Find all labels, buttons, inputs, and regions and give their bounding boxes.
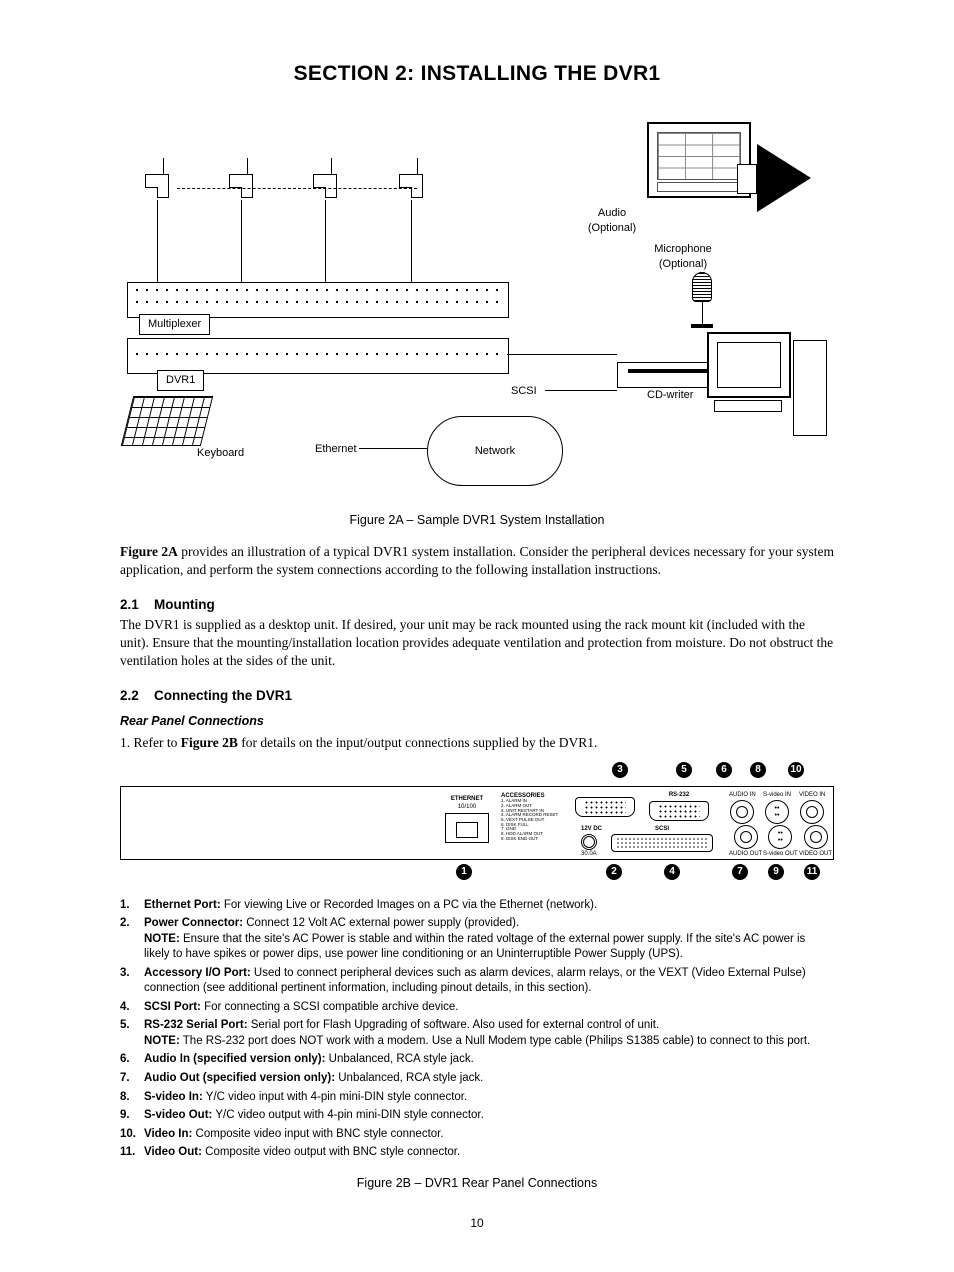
- ethernet-port-icon: [445, 813, 489, 843]
- wire: [411, 200, 412, 282]
- def-8: 8.S-video In: Y/C video input with 4-pin…: [120, 1090, 834, 1106]
- section-2-1-body: The DVR1 is supplied as a desktop unit. …: [120, 616, 834, 671]
- callout-3: 3: [612, 762, 628, 778]
- panel-label-power-sub: 30.0A: [581, 850, 602, 858]
- callout-2: 2: [606, 864, 622, 880]
- panel-label-audio-out: AUDIO OUT: [729, 850, 762, 858]
- def-10: 10.Video In: Composite video input with …: [120, 1127, 834, 1143]
- step-1: 1. Refer to Figure 2B for details on the…: [120, 734, 834, 752]
- video-in-jack-icon: [800, 800, 824, 824]
- heading-2-1-num: 2.1: [120, 596, 154, 614]
- label-audio-optional: Audio (Optional): [567, 206, 657, 236]
- heading-2-2-text: Connecting the DVR1: [154, 688, 292, 703]
- def-2: 2.Power Connector: Connect 12 Volt AC ex…: [120, 916, 834, 963]
- def-1: 1.Ethernet Port: For viewing Live or Rec…: [120, 898, 834, 914]
- panel-label-svideo-out: S-video OUT: [763, 850, 798, 858]
- wire: [359, 448, 427, 449]
- wire: [545, 390, 617, 391]
- callout-11: 11: [804, 864, 820, 880]
- panel-label-ethernet: ETHERNET: [445, 795, 489, 803]
- def-3: 3.Accessory I/O Port: Used to connect pe…: [120, 966, 834, 997]
- dvr1-unit: [127, 338, 509, 374]
- label-microphone-optional: Microphone (Optional): [633, 242, 733, 272]
- keyboard-icon: [121, 396, 213, 446]
- panel-label-ethernet-sub: 10/100: [445, 803, 489, 811]
- microphone-icon: [687, 272, 717, 332]
- monitor-icon: [647, 122, 751, 198]
- wire: [241, 200, 242, 282]
- label-keyboard: Keyboard: [197, 446, 244, 461]
- multiplexer-unit: [127, 282, 509, 318]
- heading-2-2: 2.2Connecting the DVR1: [120, 687, 834, 705]
- label-dvr1: DVR1: [157, 370, 204, 391]
- panel-label-svideo-in: S-video IN: [763, 791, 791, 799]
- power-connector-icon: [581, 834, 597, 850]
- callout-9: 9: [768, 864, 784, 880]
- panel-label-audio-in: AUDIO IN: [729, 791, 756, 799]
- label-cdwriter: CD-writer: [647, 388, 693, 403]
- audio-out-jack-icon: [734, 825, 758, 849]
- heading-2-1: 2.1Mounting: [120, 596, 834, 614]
- rear-panel-definitions: 1.Ethernet Port: For viewing Live or Rec…: [120, 898, 834, 1161]
- def-6: 6.Audio In (specified version only): Unb…: [120, 1052, 834, 1068]
- speaker-icon: [757, 144, 811, 212]
- wire: [325, 200, 326, 282]
- wire: [157, 200, 158, 282]
- def-7: 7.Audio Out (specified version only): Un…: [120, 1071, 834, 1087]
- video-out-jack-icon: [804, 825, 828, 849]
- figure-2a-caption: Figure 2A – Sample DVR1 System Installat…: [120, 512, 834, 529]
- heading-2-2-num: 2.2: [120, 687, 154, 705]
- accessory-io-port-icon: [575, 797, 635, 817]
- section-title: SECTION 2: INSTALLING THE DVR1: [120, 60, 834, 88]
- panel-label-video-out: VIDEO OUT: [799, 850, 832, 858]
- figure-2a-diagram: Audio (Optional) Microphone (Optional) M…: [127, 114, 827, 494]
- callout-10: 10: [788, 762, 804, 778]
- panel-label-power: 12V DC: [581, 825, 602, 833]
- figure-2b: 3 5 6 8 10 ETHERNET 10/100 ACCESSORIES 1…: [120, 762, 834, 1192]
- svideo-out-jack-icon: [768, 825, 792, 849]
- heading-2-1-text: Mounting: [154, 597, 215, 612]
- rs232-port-icon: [649, 801, 709, 821]
- label-network: Network: [475, 444, 515, 459]
- camera-icon: [145, 158, 181, 194]
- connector-dashed: [177, 188, 417, 189]
- panel-label-scsi: SCSI: [611, 825, 713, 833]
- label-ethernet: Ethernet: [315, 442, 357, 457]
- label-multiplexer: Multiplexer: [139, 314, 210, 335]
- computer-icon: [707, 332, 827, 442]
- callout-6: 6: [716, 762, 732, 778]
- intro-paragraph: Figure 2A provides an illustration of a …: [120, 543, 834, 579]
- panel-label-rs232: RS-232: [649, 791, 709, 799]
- intro-lead: Figure 2A: [120, 544, 178, 559]
- callout-5: 5: [676, 762, 692, 778]
- figure-2b-caption: Figure 2B – DVR1 Rear Panel Connections: [120, 1175, 834, 1192]
- page-root: SECTION 2: INSTALLING THE DVR1 Audio (Op…: [0, 0, 954, 1272]
- def-5: 5.RS-232 Serial Port: Serial port for Fl…: [120, 1018, 834, 1049]
- panel-label-acc-pins: 1. ALARM IN 2. ALARM OUT 3. UNIT RESTART…: [501, 799, 571, 841]
- callout-4: 4: [664, 864, 680, 880]
- audio-in-jack-icon: [730, 800, 754, 824]
- network-cloud-icon: Network: [427, 416, 563, 486]
- rear-panel: ETHERNET 10/100 ACCESSORIES 1. ALARM IN …: [120, 786, 834, 860]
- def-9: 9.S-video Out: Y/C video output with 4-p…: [120, 1108, 834, 1124]
- def-4: 4.SCSI Port: For connecting a SCSI compa…: [120, 1000, 834, 1016]
- label-scsi: SCSI: [511, 384, 537, 399]
- callout-1: 1: [456, 864, 472, 880]
- panel-label-video-in: VIDEO IN: [799, 791, 825, 799]
- def-11: 11.Video Out: Composite video output wit…: [120, 1145, 834, 1161]
- subhead-rear-panel: Rear Panel Connections: [120, 713, 834, 730]
- scsi-port-icon: [611, 834, 713, 852]
- callout-8: 8: [750, 762, 766, 778]
- page-number: 10: [120, 1215, 834, 1231]
- wire: [507, 354, 617, 355]
- svideo-in-jack-icon: [765, 800, 789, 824]
- callout-7: 7: [732, 864, 748, 880]
- intro-rest: provides an illustration of a typical DV…: [120, 544, 834, 577]
